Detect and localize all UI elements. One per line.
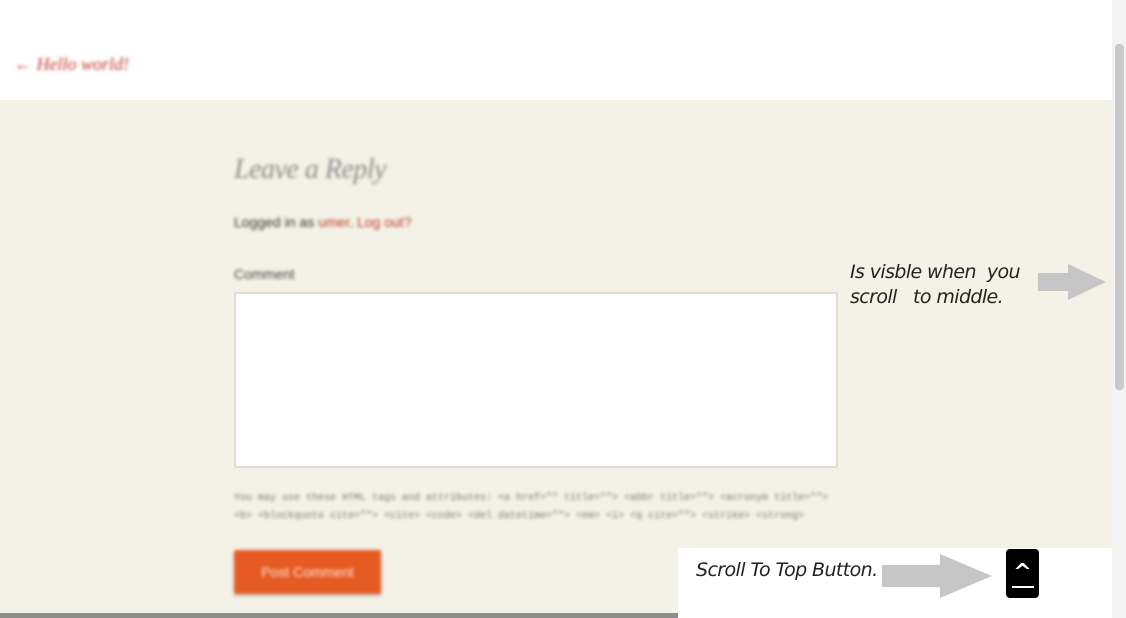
logout-link[interactable]: Log out? — [357, 214, 412, 230]
caret-up-icon: ^ — [1013, 559, 1032, 585]
username-link[interactable]: umer — [318, 214, 349, 230]
scroll-to-top-button[interactable]: ^ — [1006, 549, 1039, 598]
comment-textarea[interactable] — [234, 292, 838, 468]
post-comment-button[interactable]: Post Comment — [234, 550, 381, 594]
allowed-tags-note: You may use these HTML tags and attribut… — [234, 493, 829, 522]
reply-title: Leave a Reply — [234, 154, 387, 185]
button-annotation: Scroll To Top Button. — [696, 559, 878, 581]
logged-in-prefix: Logged in as — [234, 214, 319, 230]
comment-label: Comment — [234, 266, 295, 282]
scrollbar-thumb[interactable] — [1115, 44, 1124, 390]
annotation-arrow-icon — [882, 554, 992, 598]
annotation-arrow-icon — [1038, 264, 1106, 300]
underline-bar — [1011, 585, 1034, 588]
header-band — [0, 0, 1112, 100]
scrollbar-annotation: Is visble when you scroll to middle. — [850, 261, 1021, 308]
previous-post-link[interactable]: ← Hello world! — [14, 54, 129, 75]
logged-in-status: Logged in as umer. Log out? — [234, 214, 412, 230]
